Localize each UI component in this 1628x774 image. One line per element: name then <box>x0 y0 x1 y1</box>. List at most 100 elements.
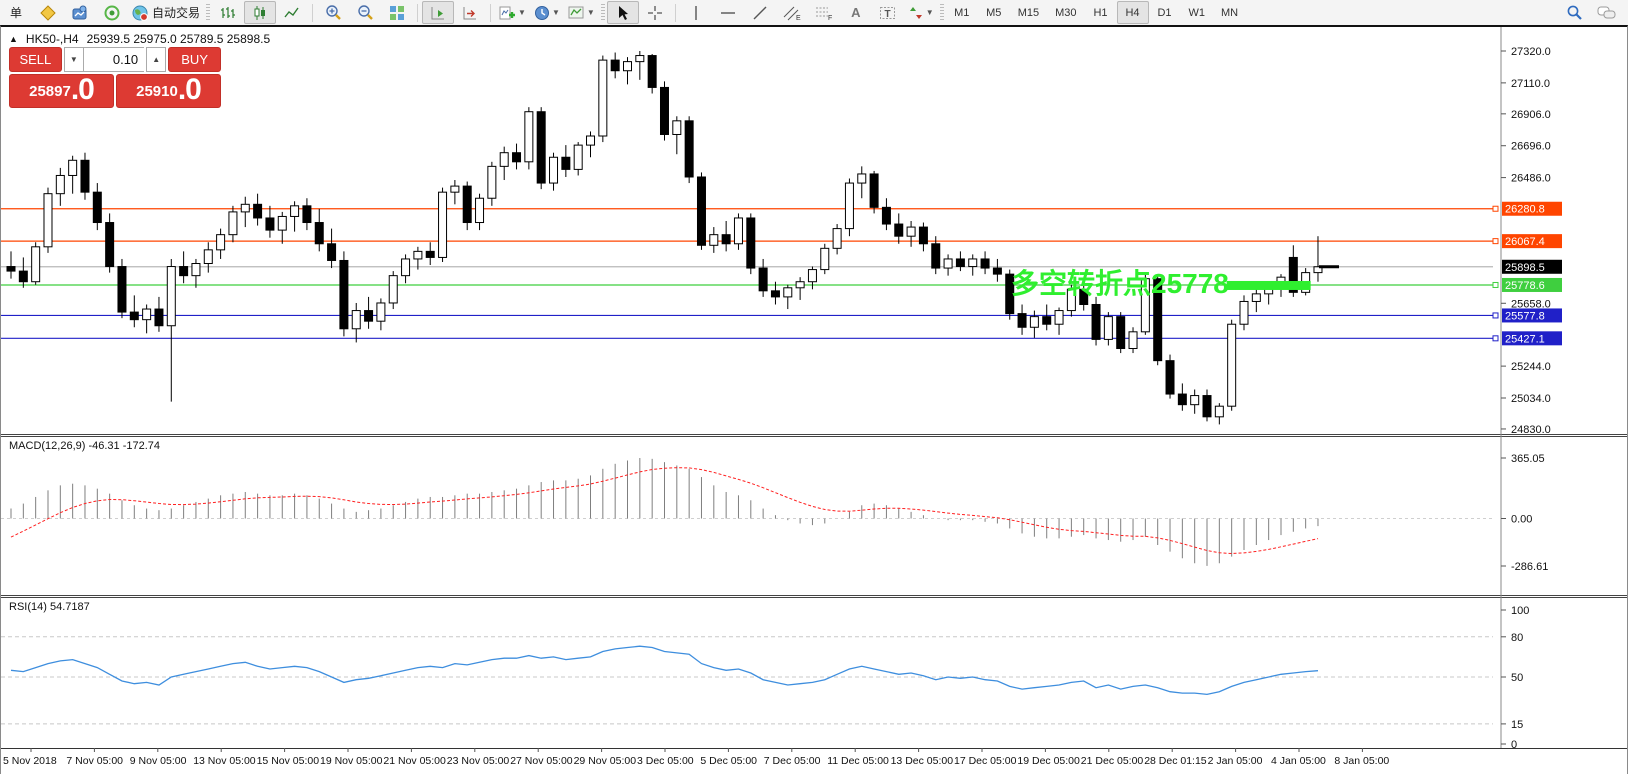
candle-body <box>1092 304 1100 339</box>
template-icon <box>568 5 585 21</box>
timeframe-button-m5[interactable]: M5 <box>978 1 1010 24</box>
buy-button[interactable]: BUY <box>168 47 221 72</box>
periods-button[interactable]: ▼ <box>530 1 564 24</box>
volume-increase-button[interactable]: ▲ <box>146 47 166 72</box>
svg-text:E: E <box>796 15 801 21</box>
candle-body <box>1240 301 1248 324</box>
tile-windows-icon <box>389 5 405 21</box>
price-line-label: 25577.8 <box>1505 310 1545 322</box>
horizontal-line-tool[interactable] <box>712 1 744 24</box>
chat-button[interactable] <box>1590 1 1622 24</box>
autotrading-button[interactable]: 自动交易 <box>128 1 204 24</box>
volume-decrease-button[interactable]: ▼ <box>64 47 84 72</box>
candle-body <box>303 206 311 223</box>
text-tool[interactable]: A <box>840 1 872 24</box>
dropdown-caret-icon: ▼ <box>587 8 595 17</box>
timeframe-button-h4[interactable]: H4 <box>1117 1 1149 24</box>
time-axis-label: 2 Jan 05:00 <box>1208 755 1263 767</box>
line-chart-icon <box>284 5 300 21</box>
timeframe-button-m1[interactable]: M1 <box>946 1 978 24</box>
price-line-label: 25427.1 <box>1505 333 1545 345</box>
bar-chart-type-button[interactable] <box>212 1 244 24</box>
auto-scroll-button[interactable] <box>422 1 454 24</box>
timeframe-button-h1[interactable]: H1 <box>1085 1 1117 24</box>
timeframe-label: M30 <box>1051 7 1080 19</box>
buy-price-box[interactable]: 25910.0 <box>116 74 221 108</box>
dropdown-caret-icon: ▼ <box>926 8 934 17</box>
toolbar-handle[interactable] <box>206 4 210 22</box>
tile-windows-button[interactable] <box>381 1 413 24</box>
timeframe-button-w1[interactable]: W1 <box>1181 1 1214 24</box>
market-watch-icon[interactable] <box>32 1 64 24</box>
collapse-panel-icon[interactable]: ▲ <box>9 34 18 44</box>
terminal-icon[interactable] <box>64 1 96 24</box>
time-axis-label: 15 Nov 05:00 <box>257 755 320 767</box>
rsi-tick-label: 80 <box>1511 632 1523 644</box>
chart-window[interactable]: 27320.027110.026906.026696.026486.025658… <box>0 25 1628 774</box>
chart-shift-button[interactable] <box>454 1 486 24</box>
ohlc-bars-icon <box>220 5 236 21</box>
fibonacci-tool[interactable]: F <box>808 1 840 24</box>
candle-body <box>895 224 903 236</box>
zoom-out-button[interactable] <box>349 1 381 24</box>
candle-body <box>44 194 52 247</box>
arrows-tool[interactable]: ▼ <box>904 1 938 24</box>
candlestick-chart-type-button[interactable] <box>244 1 276 24</box>
candle-body <box>513 153 521 162</box>
candle-body <box>858 174 866 183</box>
line-handle <box>1493 282 1498 287</box>
candle-body <box>7 267 15 272</box>
chart-shift-icon <box>462 5 478 21</box>
search-button[interactable] <box>1558 1 1590 24</box>
volume-input[interactable]: 0.10 <box>84 47 144 72</box>
search-icon <box>1566 4 1583 21</box>
time-axis-label: 9 Nov 05:00 <box>130 755 187 767</box>
toolbar-handle[interactable] <box>601 4 605 22</box>
candle-body <box>599 60 607 136</box>
zoom-in-button[interactable] <box>317 1 349 24</box>
sell-button[interactable]: SELL <box>9 47 62 72</box>
vertical-line-tool[interactable] <box>680 1 712 24</box>
candle-body <box>759 268 767 291</box>
rsi-tick-label: 100 <box>1511 605 1529 617</box>
timeframe-button-m30[interactable]: M30 <box>1047 1 1084 24</box>
macd-tick-label: 365.05 <box>1511 453 1545 465</box>
candle-body <box>377 303 385 321</box>
crosshair-tool-button[interactable] <box>639 1 671 24</box>
templates-button[interactable]: ▼ <box>564 1 599 24</box>
timeframe-label: H1 <box>1089 7 1111 19</box>
chat-bubbles-icon <box>1597 5 1616 21</box>
candle-body <box>1018 314 1026 328</box>
candle-body <box>845 183 853 229</box>
text-label-tool[interactable]: T <box>872 1 904 24</box>
candle-body <box>919 227 927 244</box>
price-line-label: 26067.4 <box>1505 236 1545 248</box>
chart-canvas[interactable]: 27320.027110.026906.026696.026486.025658… <box>1 27 1627 773</box>
time-axis-label: 11 Dec 05:00 <box>827 755 889 767</box>
new-order-button[interactable]: 单 <box>0 1 32 24</box>
price-tick-label: 27110.0 <box>1511 78 1550 90</box>
line-chart-type-button[interactable] <box>276 1 308 24</box>
macd-tick-label: 0.00 <box>1511 513 1532 525</box>
candle-body <box>796 282 804 288</box>
timeframe-button-mn[interactable]: MN <box>1213 1 1246 24</box>
trendline-tool[interactable] <box>744 1 776 24</box>
svg-text:F: F <box>828 15 832 21</box>
mt4-terminal: { "toolbar": { "new_order_label": "单", "… <box>0 0 1628 774</box>
candle-body <box>821 248 829 269</box>
time-axis-label: 4 Jan 05:00 <box>1271 755 1326 767</box>
cursor-tool-button[interactable] <box>607 1 639 24</box>
candle-body <box>833 229 841 249</box>
strategy-tester-icon[interactable] <box>96 1 128 24</box>
sell-price-box[interactable]: 25897.0 <box>9 74 114 108</box>
dropdown-caret-icon: ▼ <box>518 8 526 17</box>
time-axis-label: 19 Nov 05:00 <box>320 755 383 767</box>
price-tick-label: 26486.0 <box>1511 173 1551 185</box>
equidistant-channel-tool[interactable]: E <box>776 1 808 24</box>
candle-body <box>1030 317 1038 328</box>
indicators-button[interactable]: ▼ <box>495 1 530 24</box>
toolbar-handle[interactable] <box>940 4 944 22</box>
time-axis-label: 7 Dec 05:00 <box>764 755 821 767</box>
timeframe-button-m15[interactable]: M15 <box>1010 1 1047 24</box>
timeframe-button-d1[interactable]: D1 <box>1149 1 1181 24</box>
